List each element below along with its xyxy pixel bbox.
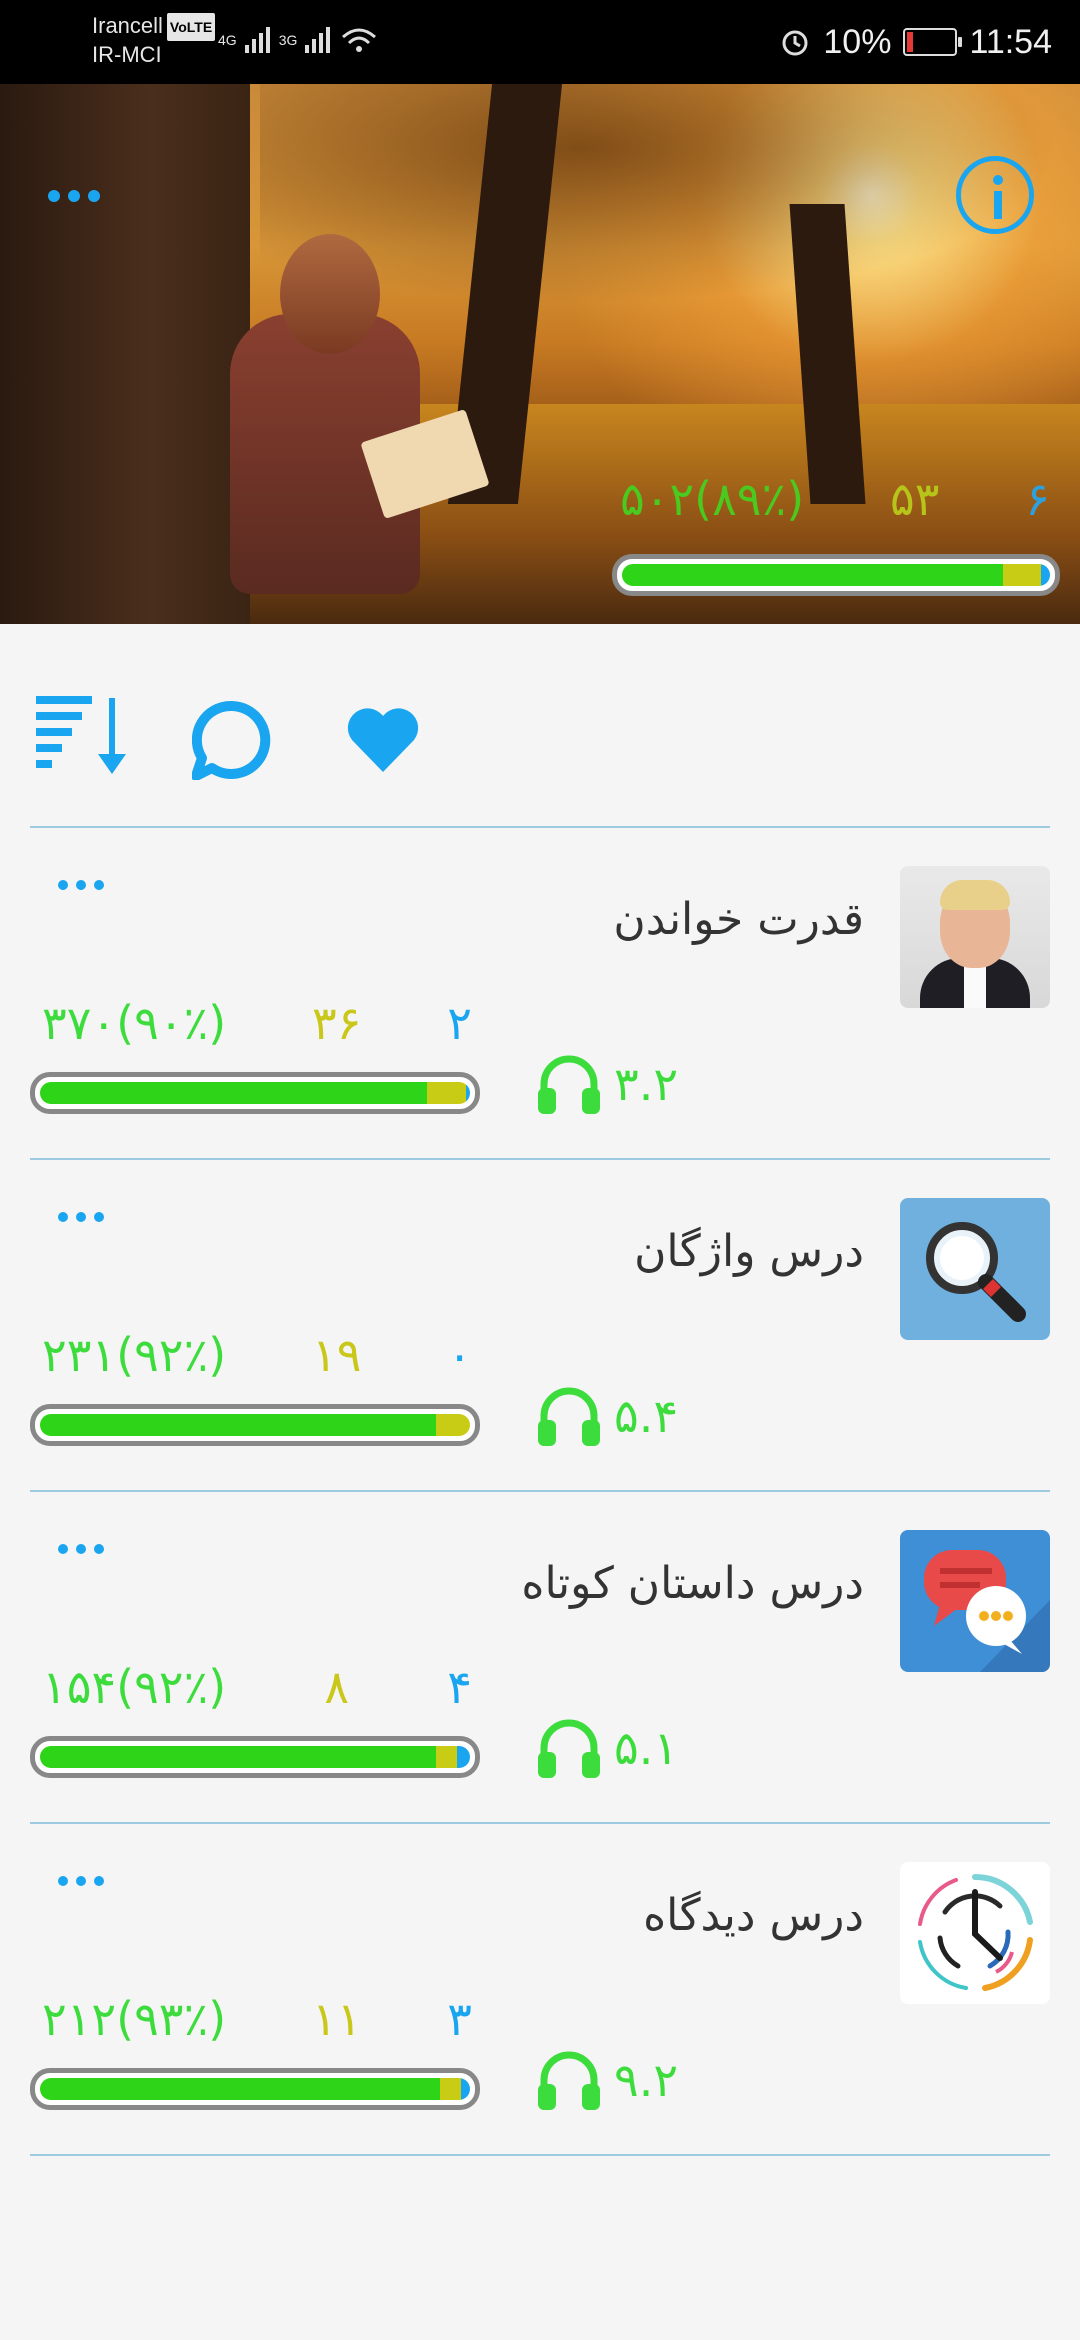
lesson-progress-bar [30, 1072, 480, 1114]
progress-learning [1002, 564, 1042, 586]
carrier-name-2: IR-MCI [92, 42, 162, 68]
status-bar: Irancell VoLTE IR-MCI 4G 3G 10% 11:54 [0, 0, 1080, 84]
hero-banner: ۵۰۲(۸۹٪) ۵۳ ۶ [0, 84, 1080, 624]
tree-trunk [0, 84, 250, 624]
hero-progress-bar [612, 554, 1060, 596]
lesson-stats: ۱۵۴(۹۲٪) ۸ ۴ [42, 1660, 472, 1714]
stat-known: ۲۱۲(۹۳٪) [42, 1992, 227, 2046]
progress-known [40, 1414, 436, 1436]
rating-value: ۵.۱ [614, 1721, 679, 1775]
listening-rating: ۵.۴ [536, 1384, 678, 1448]
progress-known [40, 1082, 427, 1104]
stat-new: ۲ [447, 996, 472, 1050]
carrier-name-1: Irancell [92, 13, 163, 38]
lesson-title: درس واژگان [634, 1226, 864, 1277]
network-icons: 4G 3G [218, 20, 379, 60]
progress-new [465, 1082, 470, 1104]
more-icon[interactable] [58, 1544, 104, 1554]
stat-new: ۳ [447, 1992, 472, 2046]
info-icon[interactable] [956, 156, 1034, 234]
progress-learning [427, 1082, 466, 1104]
listening-rating: ۹.۲ [536, 2048, 678, 2112]
progress-known [622, 564, 1003, 586]
more-icon[interactable] [58, 1876, 104, 1886]
progress-known [40, 1746, 436, 1768]
lesson-progress-bar [30, 1736, 480, 1778]
progress-learning [435, 1414, 470, 1436]
sort-icon[interactable] [36, 696, 134, 778]
lesson-item[interactable]: درس واژگان ۲۳۱(۹۲٪) ۱۹ ۰ ۵.۴ [0, 1160, 1080, 1492]
clock-icon [900, 1862, 1050, 2004]
stat-new: ۶ [1025, 472, 1050, 526]
network-type-2: 3G [278, 32, 298, 48]
stat-learning: ۱۹ [312, 1328, 362, 1382]
hero-stats: ۵۰۲(۸۹٪) ۵۳ ۶ [620, 472, 1050, 526]
progress-learning [435, 1746, 458, 1768]
stat-new: ۰ [447, 1328, 472, 1382]
lesson-stats: ۳۷۰(۹۰٪) ۳۶ ۲ [42, 996, 472, 1050]
carrier-info: Irancell VoLTE IR-MCI [92, 12, 216, 69]
wifi-icon [342, 28, 377, 52]
status-right: 10% 11:54 [779, 0, 1052, 84]
more-icon[interactable] [58, 1212, 104, 1222]
stat-learning: ۱۱ [312, 1992, 362, 2046]
volte-badge: VoLTE [166, 13, 216, 42]
progress-learning [439, 2078, 462, 2100]
progress-new [457, 1746, 470, 1768]
headphones-icon [538, 1719, 600, 1778]
stat-known: ۳۷۰(۹۰٪) [42, 996, 227, 1050]
stat-learning: ۸ [324, 1660, 350, 1714]
lesson-title: درس داستان کوتاه [521, 1558, 864, 1609]
chat-bubbles-icon [900, 1530, 1050, 1672]
progress-new [1041, 564, 1050, 586]
rating-value: ۳.۲ [614, 1057, 679, 1111]
magnifier-icon [900, 1198, 1050, 1340]
rating-value: ۵.۴ [614, 1389, 679, 1443]
signal-icon [244, 27, 270, 53]
clock-time: 11:54 [969, 22, 1052, 61]
lesson-title: قدرت خواندن [613, 894, 864, 945]
lesson-progress-bar [30, 1404, 480, 1446]
lesson-item[interactable]: درس دیدگاه ۲۱۲(۹۳٪) ۱۱ ۳ ۹.۲ [0, 1824, 1080, 2156]
stat-known: ۱۵۴(۹۲٪) [42, 1660, 227, 1714]
more-icon[interactable] [58, 880, 104, 890]
comment-icon[interactable] [192, 700, 272, 780]
stat-learning: ۳۶ [312, 996, 362, 1050]
stat-known: ۵۰۲(۸۹٪) [620, 472, 805, 526]
listening-rating: ۳.۲ [536, 1052, 678, 1116]
alarm-icon [782, 30, 808, 56]
battery-icon [903, 28, 963, 56]
more-icon[interactable] [48, 190, 100, 202]
headphones-icon [538, 1055, 600, 1114]
signal-icon [305, 27, 331, 53]
lesson-title: درس دیدگاه [643, 1890, 864, 1941]
author-photo [900, 866, 1050, 1008]
battery-percent: 10% [823, 22, 892, 61]
reading-woman-illustration [220, 204, 490, 594]
progress-known [40, 2078, 440, 2100]
listening-rating: ۵.۱ [536, 1716, 678, 1780]
stat-learning: ۵۳ [890, 472, 940, 526]
lesson-item[interactable]: درس داستان کوتاه ۱۵۴(۹۲٪) ۸ ۴ ۵.۱ [0, 1492, 1080, 1824]
lesson-item[interactable]: قدرت خواندن ۳۷۰(۹۰٪) ۳۶ ۲ ۳.۲ [0, 828, 1080, 1160]
lesson-stats: ۲۳۱(۹۲٪) ۱۹ ۰ [42, 1328, 472, 1382]
divider [30, 2154, 1050, 2156]
lesson-stats: ۲۱۲(۹۳٪) ۱۱ ۳ [42, 1992, 472, 2046]
stat-new: ۴ [447, 1660, 472, 1714]
network-type-1: 4G [218, 32, 237, 48]
rating-value: ۹.۲ [614, 2053, 679, 2107]
headphones-icon [538, 2051, 600, 2110]
stat-known: ۲۳۱(۹۲٪) [42, 1328, 227, 1382]
progress-new [461, 2078, 470, 2100]
toolbar [0, 624, 1080, 828]
lesson-progress-bar [30, 2068, 480, 2110]
headphones-icon [538, 1387, 600, 1446]
heart-icon[interactable] [346, 704, 420, 774]
